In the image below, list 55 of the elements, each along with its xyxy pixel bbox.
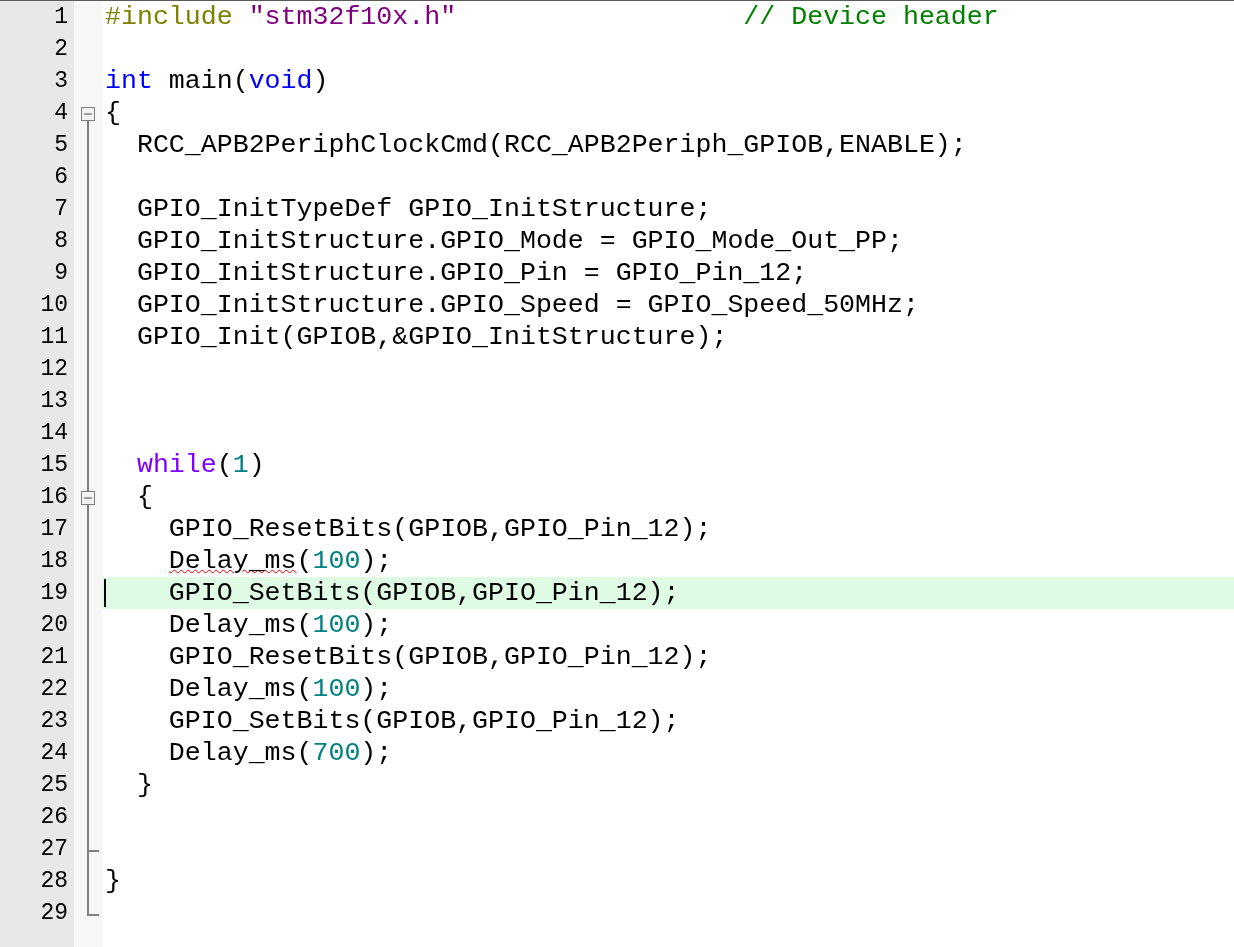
fold-toggle-icon[interactable] [81, 107, 95, 129]
line-number: 5 [54, 132, 68, 158]
code-line: } [135, 770, 153, 800]
code-line: Delay_ms(100); [167, 610, 393, 640]
line-number: 8 [54, 228, 68, 254]
code-line: GPIO_ResetBits(GPIOB,GPIO_Pin_12); [167, 514, 712, 544]
line-number: 19 [40, 580, 68, 606]
line-number: 14 [40, 420, 68, 446]
code-line: GPIO_InitStructure.GPIO_Mode = GPIO_Mode_Out_PP; [135, 226, 903, 256]
line-number: 11 [40, 324, 68, 350]
text-cursor [104, 579, 106, 607]
code-line: Delay_ms(700); [167, 738, 393, 768]
line-number: 17 [40, 516, 68, 542]
line-number: 21 [40, 644, 68, 670]
line-number: 12 [40, 356, 68, 382]
line-number: 22 [40, 676, 68, 702]
fold-toggle-icon[interactable] [81, 481, 95, 513]
line-number: 18 [40, 548, 68, 574]
line-number: 1 [54, 4, 68, 30]
line-number: 2 [54, 36, 68, 62]
line-number: 6 [54, 164, 68, 190]
line-number: 15 [40, 452, 68, 478]
line-number: 13 [40, 388, 68, 414]
code-line: int main(void) [105, 66, 329, 96]
line-number: 23 [40, 708, 68, 734]
code-line: #include "stm32f10x.h" // Device header [105, 2, 999, 32]
code-line: RCC_APB2PeriphClockCmd(RCC_APB2Periph_GPIOB,ENABLE); [135, 130, 967, 160]
code-line: { [135, 482, 153, 512]
code-line: while(1) [135, 450, 265, 480]
line-number: 27 [40, 836, 68, 862]
line-number: 9 [54, 260, 68, 286]
line-number: 29 [40, 900, 68, 926]
code-line: GPIO_InitStructure.GPIO_Pin = GPIO_Pin_12; [135, 258, 808, 288]
code-line: GPIO_SetBits(GPIOB,GPIO_Pin_12); [167, 578, 680, 608]
code-line: } [105, 866, 121, 896]
line-number: 7 [54, 196, 68, 222]
code-line: GPIO_Init(GPIOB,&GPIO_InitStructure); [135, 322, 728, 352]
line-number: 25 [40, 772, 68, 798]
code-line: GPIO_ResetBits(GPIOB,GPIO_Pin_12); [167, 642, 712, 672]
line-number: 24 [40, 740, 68, 766]
line-number: 3 [54, 68, 68, 94]
code-editor[interactable] [0, 0, 1234, 947]
code-line: GPIO_SetBits(GPIOB,GPIO_Pin_12); [167, 706, 680, 736]
code-line: GPIO_InitTypeDef GPIO_InitStructure; [135, 194, 712, 224]
line-number: 16 [40, 484, 68, 510]
code-line: { [105, 98, 121, 128]
line-number: 4 [54, 100, 68, 126]
line-number: 26 [40, 804, 68, 830]
code-line: Delay_ms(100); [167, 546, 393, 576]
code-line: GPIO_InitStructure.GPIO_Speed = GPIO_Speed_50MHz; [135, 290, 919, 320]
code-line: Delay_ms(100); [167, 674, 393, 704]
line-number: 10 [40, 292, 68, 318]
line-number: 20 [40, 612, 68, 638]
fold-end-line [87, 897, 99, 916]
line-number: 28 [40, 868, 68, 894]
